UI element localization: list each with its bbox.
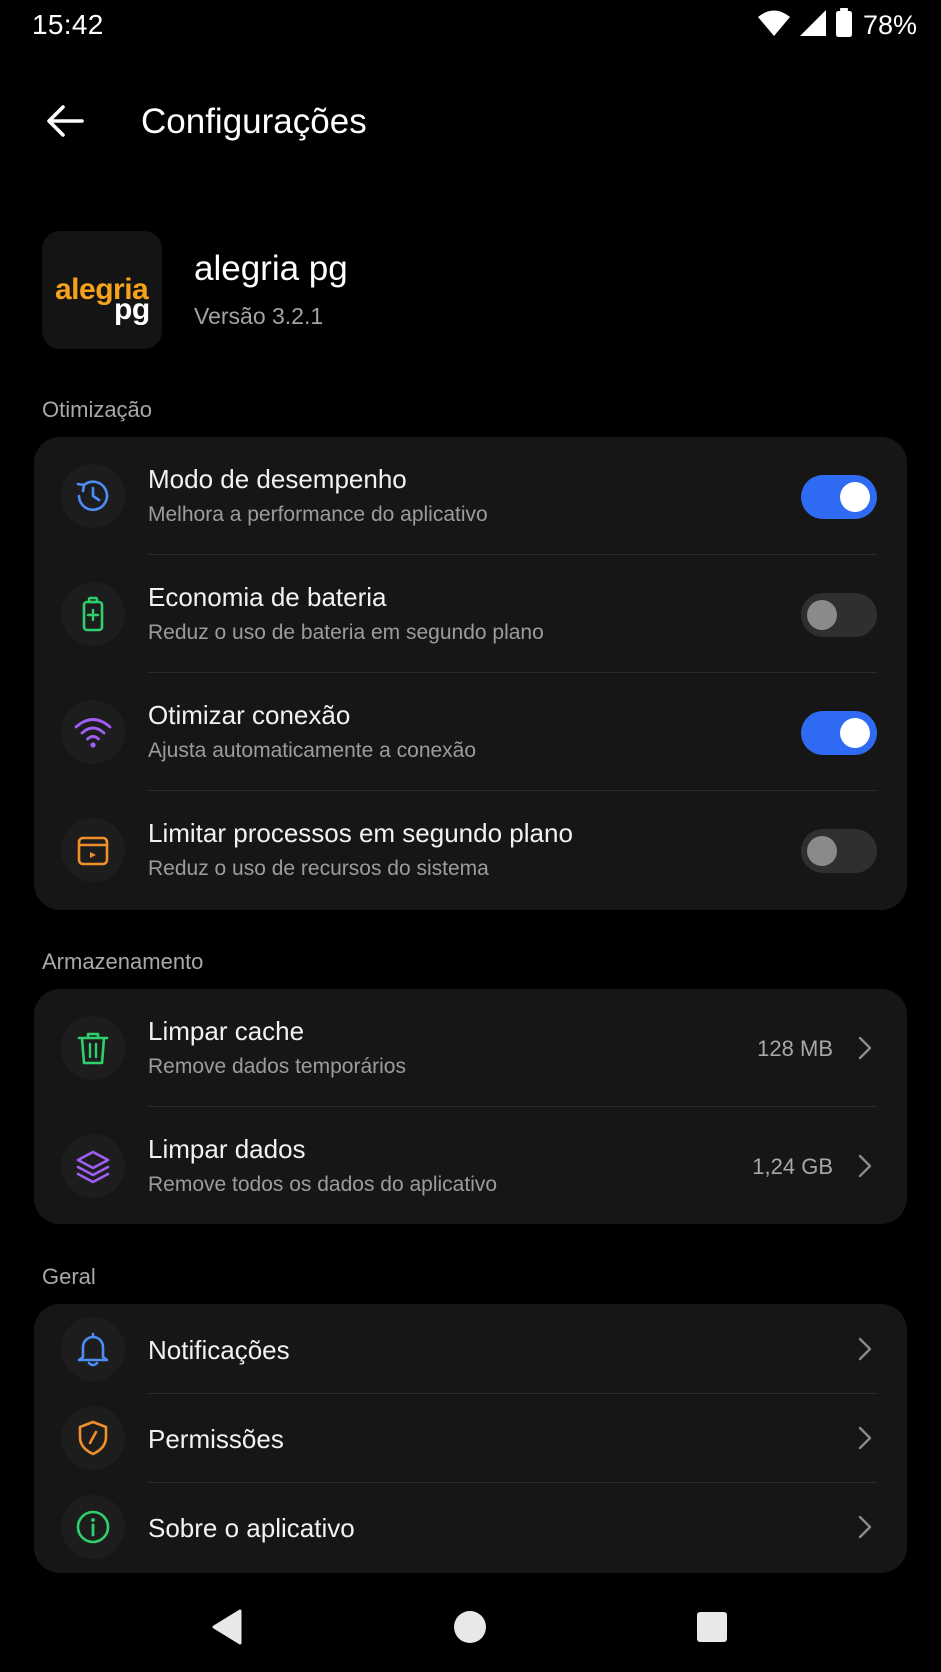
status-time: 15:42 — [32, 9, 104, 40]
setting-row-battery-saver[interactable]: Economia de bateria Reduz o uso de bater… — [34, 555, 907, 673]
general-item-title: Permissões — [148, 1424, 284, 1454]
trash-icon — [61, 1016, 125, 1080]
battery-icon — [835, 7, 853, 43]
chevron-right-icon — [853, 1151, 877, 1181]
storage-row-clear-data[interactable]: Limpar dados Remove todos os dados do ap… — [34, 1107, 907, 1224]
status-icons: 78% — [757, 7, 917, 43]
page-title: Configurações — [141, 102, 367, 141]
signal-icon — [799, 9, 827, 42]
storage-card: Limpar cache Remove dados temporários 12… — [34, 989, 907, 1224]
optimize-connection-toggle[interactable] — [801, 711, 877, 755]
bell-icon — [61, 1317, 125, 1381]
shield-icon — [61, 1406, 125, 1470]
storage-item-title: Limpar dados — [148, 1134, 306, 1164]
layers-icon — [61, 1134, 125, 1198]
general-row-permissions[interactable]: Permissões — [34, 1394, 907, 1483]
section-title-storage: Armazenamento — [42, 949, 204, 974]
setting-row-optimize-connection[interactable]: Otimizar conexão Ajusta automaticamente … — [34, 673, 907, 791]
setting-title: Limitar processos em segundo plano — [148, 818, 573, 848]
section-title-optimization: Otimização — [42, 397, 153, 422]
app-name: alegria pg — [194, 249, 348, 288]
storage-item-value: 128 MB — [757, 1036, 833, 1061]
toggle-knob — [840, 718, 870, 748]
app-logo: alegria pg — [42, 231, 162, 349]
setting-subtitle: Reduz o uso de recursos do sistema — [148, 857, 489, 880]
setting-row-performance-mode[interactable]: Modo de desempenho Melhora a performance… — [34, 437, 907, 555]
top-app-bar: Configurações — [0, 80, 941, 166]
general-row-notifications[interactable]: Notificações — [34, 1304, 907, 1394]
battery-percent: 78% — [862, 9, 917, 40]
battery-saver-toggle[interactable] — [801, 593, 877, 637]
info-icon — [61, 1495, 125, 1559]
back-button[interactable] — [40, 101, 90, 145]
section-title-general: Geral — [42, 1264, 96, 1289]
process-box-icon — [61, 818, 125, 882]
toggle-knob — [807, 600, 837, 630]
setting-row-limit-background[interactable]: Limitar processos em segundo plano Reduz… — [34, 791, 907, 910]
logo-text-bottom: pg — [114, 293, 150, 326]
status-bar: 15:42 78% — [0, 0, 941, 52]
system-nav-bar — [0, 1590, 941, 1660]
chevron-right-icon — [853, 1033, 877, 1063]
setting-subtitle: Reduz o uso de bateria em segundo plano — [148, 621, 544, 644]
battery-plus-icon — [61, 582, 125, 646]
app-header: alegria pg alegria pg Versão 3.2.1 — [42, 231, 902, 349]
general-item-title: Sobre o aplicativo — [148, 1513, 355, 1543]
nav-back-icon[interactable] — [202, 1602, 252, 1652]
chevron-right-icon — [853, 1334, 877, 1364]
setting-subtitle: Ajusta automaticamente a conexão — [148, 739, 477, 762]
toggle-knob — [807, 836, 837, 866]
general-card: Notificações Permissões Sobre o aplicati… — [34, 1304, 907, 1573]
setting-title: Modo de desempenho — [148, 464, 407, 494]
performance-mode-toggle[interactable] — [801, 475, 877, 519]
arrow-left-icon — [46, 104, 84, 143]
setting-title: Economia de bateria — [148, 582, 387, 612]
storage-item-subtitle: Remove todos os dados do aplicativo — [148, 1173, 498, 1196]
storage-item-subtitle: Remove dados temporários — [148, 1055, 406, 1078]
storage-row-clear-cache[interactable]: Limpar cache Remove dados temporários 12… — [34, 989, 907, 1107]
nav-home-icon[interactable] — [445, 1602, 495, 1652]
toggle-knob — [840, 482, 870, 512]
chevron-right-icon — [853, 1512, 877, 1542]
optimization-card: Modo de desempenho Melhora a performance… — [34, 437, 907, 910]
nav-recents-icon[interactable] — [687, 1602, 737, 1652]
general-row-about[interactable]: Sobre o aplicativo — [34, 1483, 907, 1573]
setting-title: Otimizar conexão — [148, 700, 351, 730]
storage-item-title: Limpar cache — [148, 1016, 305, 1046]
general-item-title: Notificações — [148, 1335, 290, 1365]
limit-background-toggle[interactable] — [801, 829, 877, 873]
wifi-icon — [61, 700, 125, 764]
storage-item-value: 1,24 GB — [752, 1154, 833, 1179]
chevron-right-icon — [853, 1423, 877, 1453]
setting-subtitle: Melhora a performance do aplicativo — [148, 503, 488, 526]
clock-history-icon — [61, 464, 125, 528]
app-version: Versão 3.2.1 — [194, 303, 324, 329]
wifi-icon — [757, 9, 791, 42]
